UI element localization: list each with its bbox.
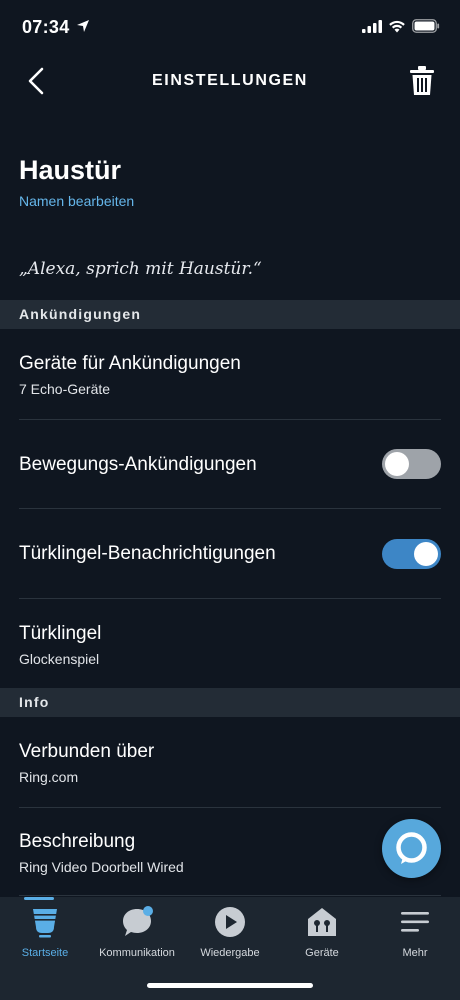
nav-header: EINSTELLUNGEN: [0, 54, 460, 110]
row-announcement-devices[interactable]: Geräte für Ankündigungen 7 Echo-Geräte: [19, 353, 441, 397]
row-subtitle: 7 Echo-Geräte: [19, 381, 111, 397]
row-subtitle: Glockenspiel: [19, 651, 100, 667]
status-icons: [362, 19, 440, 33]
row-title: Türklingel-Benachrichtigungen: [19, 543, 276, 564]
row-title: Verbunden über: [19, 741, 155, 762]
menu-icon: [401, 912, 429, 932]
row-title: Türklingel: [19, 623, 102, 644]
row-title: Beschreibung: [19, 831, 136, 852]
alexa-button[interactable]: [382, 819, 441, 878]
tab-label: Mehr: [402, 947, 428, 959]
row-subtitle: Ring.com: [19, 769, 79, 785]
section-header-info: Info: [0, 688, 460, 717]
status-bar: 07:34: [0, 0, 460, 54]
status-time: 07:34: [22, 17, 70, 37]
tab-kommunikation[interactable]: Kommunikation: [91, 905, 183, 959]
wifi-icon: [389, 20, 405, 32]
chat-bubble-icon: [123, 906, 153, 936]
tab-mehr[interactable]: Mehr: [369, 905, 460, 959]
section-header-announcements: Ankündigungen: [0, 300, 460, 329]
battery-icon: [412, 19, 440, 33]
row-description: Beschreibung Ring Video Doorbell Wired: [19, 831, 441, 875]
motion-announcements-toggle[interactable]: [382, 449, 441, 479]
tab-label: Geräte: [305, 947, 339, 959]
divider: [19, 807, 441, 808]
row-title: Bewegungs-Ankündigungen: [19, 454, 257, 475]
cellular-signal-icon: [362, 19, 382, 33]
home-indicator: [147, 983, 313, 988]
tab-startseite[interactable]: Startseite: [0, 905, 91, 959]
divider: [19, 895, 441, 896]
tab-geraete[interactable]: Geräte: [276, 905, 368, 959]
row-motion-announcements: Bewegungs-Ankündigungen: [19, 454, 441, 476]
toggle-knob: [414, 542, 438, 566]
divider: [19, 508, 441, 509]
row-subtitle: Ring Video Doorbell Wired: [19, 859, 184, 875]
tab-label: Wiedergabe: [200, 947, 260, 959]
row-doorbell-chime[interactable]: Türklingel Glockenspiel: [19, 623, 441, 667]
row-title: Geräte für Ankündigungen: [19, 353, 241, 374]
smart-home-icon: [308, 908, 336, 936]
tab-label: Kommunikation: [99, 947, 175, 959]
toggle-knob: [385, 452, 409, 476]
device-name: Haustür: [19, 155, 122, 185]
doorbell-notifications-toggle[interactable]: [382, 539, 441, 569]
page-title: EINSTELLUNGEN: [152, 72, 308, 89]
alexa-ring-icon: [396, 832, 427, 864]
home-icon: [33, 909, 57, 938]
tab-wiedergabe[interactable]: Wiedergabe: [184, 905, 276, 959]
edit-name-link[interactable]: Namen bearbeiten: [19, 193, 134, 209]
location-arrow-icon: [77, 20, 89, 32]
divider: [19, 598, 441, 599]
alexa-phrase: „Alexa, sprich mit Haustür.“: [19, 259, 262, 279]
active-tab-indicator: [24, 897, 54, 900]
play-icon: [215, 907, 245, 937]
divider: [19, 419, 441, 420]
row-connected-via: Verbunden über Ring.com: [19, 741, 441, 785]
trash-icon[interactable]: [410, 66, 434, 96]
row-doorbell-notifications: Türklingel-Benachrichtigungen: [19, 543, 441, 565]
tab-label: Startseite: [21, 947, 69, 959]
